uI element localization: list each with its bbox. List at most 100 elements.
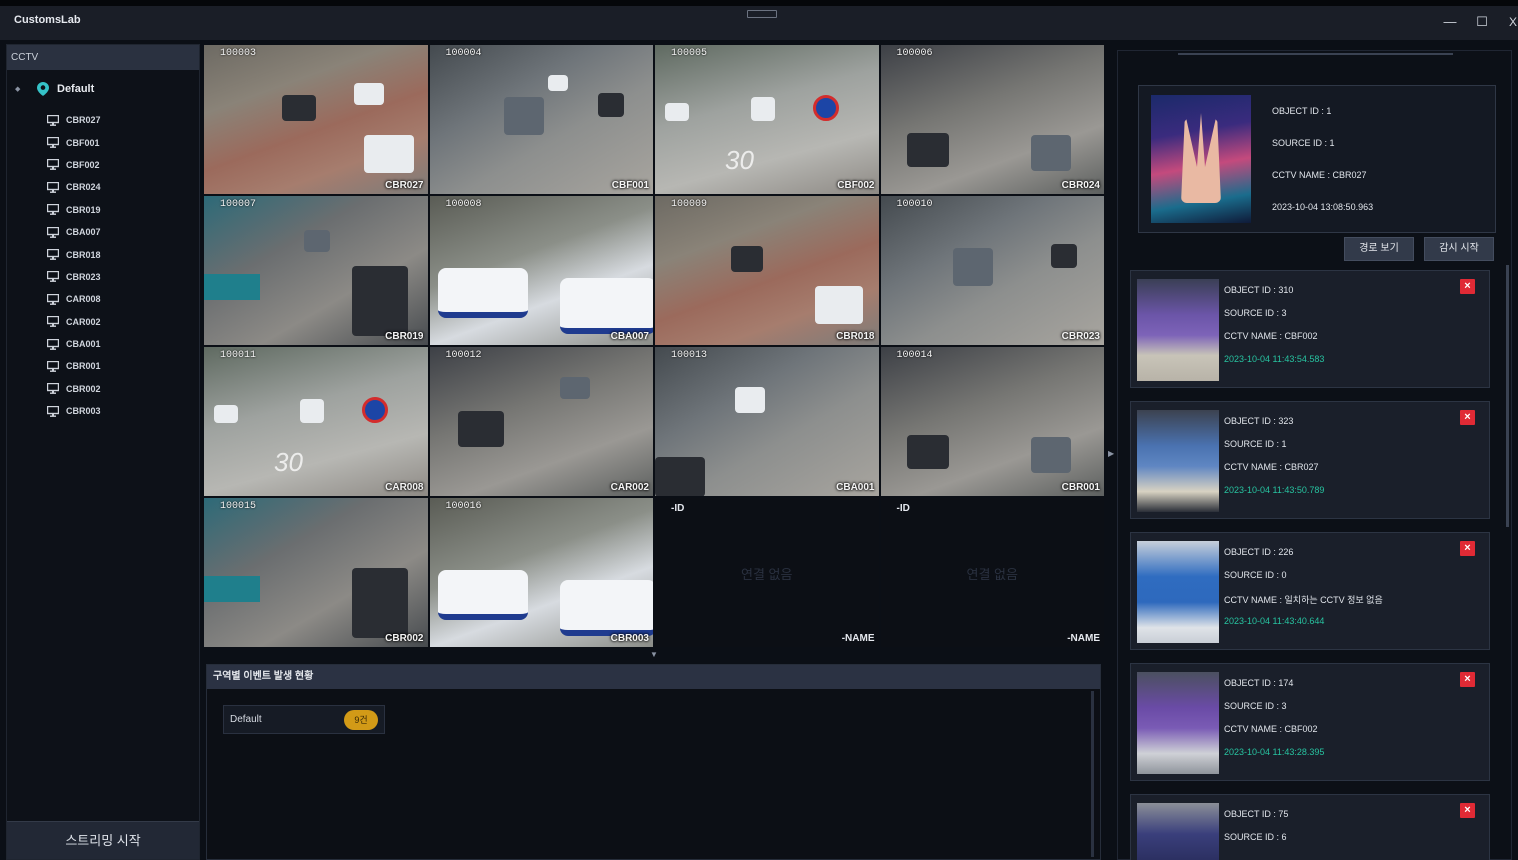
camera-item[interactable]: CAR002 xyxy=(47,311,101,333)
object-id: OBJECT ID : 226 xyxy=(1224,547,1294,557)
camera-feed xyxy=(429,45,653,194)
camera-feed xyxy=(429,498,654,647)
camera-feed: 30 xyxy=(204,347,428,496)
camera-name: CBF002 xyxy=(837,180,875,191)
object-thumbnail[interactable] xyxy=(1151,95,1251,223)
tree-root-default[interactable]: ◆ Default xyxy=(15,82,94,96)
camera-item[interactable]: CBR024 xyxy=(47,176,101,198)
camera-feed xyxy=(655,196,879,345)
video-cell[interactable]: 100008 CBA007 xyxy=(428,195,654,346)
video-cell[interactable]: 100007 CBR019 xyxy=(203,195,429,346)
monitor-icon xyxy=(47,383,59,395)
camera-item-label: CBA001 xyxy=(66,339,101,350)
video-cell[interactable]: 100012 CAR002 xyxy=(428,346,654,497)
camera-item-label: CAR008 xyxy=(66,294,101,305)
speed-marking: 30 xyxy=(274,447,303,477)
video-cell[interactable]: 100009 CBR018 xyxy=(654,195,880,346)
camera-item[interactable]: CBR027 xyxy=(47,109,101,131)
camera-item[interactable]: CBR019 xyxy=(47,199,101,221)
video-cell[interactable]: 100015 CBR002 xyxy=(203,497,429,648)
view-path-button[interactable]: 경로 보기 xyxy=(1344,237,1414,261)
monitor-icon xyxy=(47,316,59,328)
detection-card[interactable]: OBJECT ID : 174 SOURCE ID : 3 CCTV NAME … xyxy=(1130,663,1490,781)
panel-expand-arrow-icon[interactable]: ▶ xyxy=(1108,449,1114,458)
timestamp: 2023-10-04 11:43:28.395 xyxy=(1224,747,1325,757)
timestamp: 2023-10-04 11:43:54.583 xyxy=(1224,354,1325,364)
camera-item[interactable]: CBF002 xyxy=(47,154,101,176)
camera-feed xyxy=(429,196,654,345)
camera-item[interactable]: CBA001 xyxy=(47,333,101,355)
camera-item[interactable]: CBA007 xyxy=(47,221,101,243)
detection-card[interactable]: OBJECT ID : 226 SOURCE ID : 0 CCTV NAME … xyxy=(1130,532,1490,650)
delete-icon[interactable]: × xyxy=(1460,803,1475,818)
video-cell[interactable]: 100006 CBR024 xyxy=(879,44,1105,195)
collapse-caret-icon[interactable]: ◆ xyxy=(15,85,23,93)
start-streaming-button[interactable]: 스트리밍 시작 xyxy=(7,821,199,859)
monitor-icon xyxy=(47,159,59,171)
delete-icon[interactable]: × xyxy=(1460,672,1475,687)
no-connection-message: 연결 없음 xyxy=(966,567,1018,582)
video-cell[interactable]: 100016 CBR003 xyxy=(428,497,654,648)
camera-name: CBR027 xyxy=(385,180,424,191)
video-cell[interactable]: 100014 CBR001 xyxy=(879,346,1105,497)
no-connection-message: 연결 없음 xyxy=(741,567,793,582)
video-cell[interactable]: 30 100005 CBF002 xyxy=(654,44,880,195)
cctv-name: CCTV NAME : CBF002 xyxy=(1224,724,1318,734)
camera-feed: 30 xyxy=(655,45,879,194)
object-id: OBJECT ID : 310 xyxy=(1224,285,1294,295)
camera-item[interactable]: CBR002 xyxy=(47,378,101,400)
maximize-button[interactable]: ☐ xyxy=(1474,14,1490,30)
camera-item[interactable]: CBF001 xyxy=(47,131,101,153)
event-count-badge: 9건 xyxy=(344,709,378,730)
person-thumbnail xyxy=(1137,279,1219,381)
camera-feed xyxy=(204,45,428,194)
monitor-icon xyxy=(47,360,59,372)
camera-item-label: CBR018 xyxy=(66,249,101,260)
delete-icon[interactable]: × xyxy=(1460,541,1475,556)
video-cell[interactable]: 100003 CBR027 xyxy=(203,44,429,195)
camera-id: 100007 xyxy=(220,199,257,210)
start-watch-button[interactable]: 감시 시작 xyxy=(1424,237,1494,261)
video-cell[interactable]: 100004 CBF001 xyxy=(428,44,654,195)
camera-name: CBR023 xyxy=(1061,331,1100,342)
chevron-down-icon[interactable]: ▼ xyxy=(650,650,658,659)
camera-item[interactable]: CBR001 xyxy=(47,355,101,377)
camera-item[interactable]: CBR018 xyxy=(47,243,101,265)
object-id: OBJECT ID : 75 xyxy=(1224,809,1289,819)
camera-name: CAR008 xyxy=(385,482,424,493)
camera-feed xyxy=(655,347,879,496)
tree-root-label: Default xyxy=(57,83,95,95)
video-grid: 100003 CBR027 100004 CBF001 30 100005 CBF002… xyxy=(203,44,1105,648)
empty-cell-id: -ID xyxy=(671,503,685,514)
camera-name: CBR018 xyxy=(836,331,875,342)
detection-card[interactable]: OBJECT ID : 323 SOURCE ID : 1 CCTV NAME … xyxy=(1130,401,1490,519)
scrollbar[interactable] xyxy=(1091,691,1094,857)
empty-video-cell[interactable]: -ID 연결 없음 -NAME xyxy=(879,497,1105,648)
drag-handle[interactable] xyxy=(747,10,777,18)
camera-item[interactable]: CBR003 xyxy=(47,400,101,422)
delete-icon[interactable]: × xyxy=(1460,410,1475,425)
camera-name: CBR001 xyxy=(1061,482,1100,493)
monitor-icon xyxy=(47,271,59,283)
detection-card[interactable]: OBJECT ID : 75 SOURCE ID : 6 × xyxy=(1130,794,1490,860)
camera-id: 100010 xyxy=(896,199,933,210)
camera-item[interactable]: CBR023 xyxy=(47,266,101,288)
timestamp: 2023-10-04 11:43:50.789 xyxy=(1224,485,1325,495)
minimize-button[interactable]: — xyxy=(1442,14,1458,30)
video-cell[interactable]: 100010 CBR023 xyxy=(879,195,1105,346)
empty-video-cell[interactable]: -ID 연결 없음 -NAME xyxy=(654,497,880,648)
camera-item-label: CBR023 xyxy=(66,271,101,282)
monitor-icon xyxy=(47,293,59,305)
camera-name: CBA001 xyxy=(836,482,875,493)
camera-item[interactable]: CAR008 xyxy=(47,288,101,310)
delete-icon[interactable]: × xyxy=(1460,279,1475,294)
source-id: SOURCE ID : 1 xyxy=(1272,138,1335,148)
detection-card[interactable]: OBJECT ID : 310 SOURCE ID : 3 CCTV NAME … xyxy=(1130,270,1490,388)
scrollbar[interactable] xyxy=(1506,265,1509,527)
camera-item-label: CBR024 xyxy=(66,182,101,193)
zone-chip-default[interactable]: Default 9건 xyxy=(223,705,385,734)
video-cell[interactable]: 100013 CBA001 xyxy=(654,346,880,497)
camera-id: 100016 xyxy=(445,501,482,512)
video-cell[interactable]: 30 100011 CAR008 xyxy=(203,346,429,497)
close-button[interactable]: X xyxy=(1505,14,1518,30)
